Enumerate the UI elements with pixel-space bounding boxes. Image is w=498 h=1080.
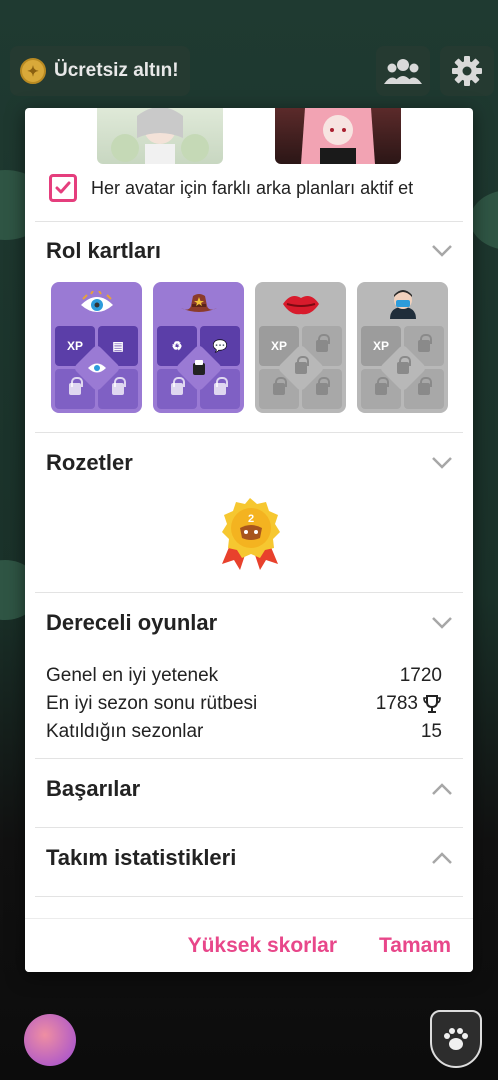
stat-label: En iyi sezon sonu rütbesi xyxy=(46,693,258,714)
avatar-strip xyxy=(25,108,473,166)
role-card-kiss[interactable]: XP xyxy=(255,282,346,413)
settings-button[interactable] xyxy=(440,46,494,96)
stat-value: 1720 xyxy=(399,665,442,686)
trophy-icon xyxy=(423,695,441,713)
profile-dialog: Her avatar için farklı arka planları akt… xyxy=(25,108,473,972)
stat-value: 15 xyxy=(420,721,442,742)
role-cards-header[interactable]: Rol kartları xyxy=(46,236,453,266)
planet-button[interactable] xyxy=(24,1014,76,1066)
team-stats-header[interactable]: Takım istatistikleri xyxy=(46,843,453,873)
avatar-thumbnail[interactable] xyxy=(97,108,223,164)
role-card-seer[interactable]: XP ▤ xyxy=(51,282,142,413)
stat-row: En iyi sezon sonu rütbesi 1783 xyxy=(46,690,442,718)
chevron-down-icon[interactable] xyxy=(431,244,453,258)
divider xyxy=(35,896,463,897)
achievements-title: Başarılar xyxy=(46,776,141,801)
stat-row: Genel en iyi yetenek 1720 xyxy=(46,662,442,690)
dialog-footer: Yüksek skorlar Tamam xyxy=(25,918,473,972)
role-cards-list: XP ▤ ♻ 💬 XP XP xyxy=(51,282,448,413)
avatar-thumbnail[interactable] xyxy=(275,108,401,164)
stat-row: Katıldığın sezonlar 15 xyxy=(46,718,442,746)
avatar-background-label: Her avatar için farklı arka planları akt… xyxy=(91,177,414,198)
stat-label: Genel en iyi yetenek xyxy=(46,665,219,686)
paw-button[interactable] xyxy=(430,1010,482,1068)
chevron-up-icon[interactable] xyxy=(431,782,453,796)
achievements-header[interactable]: Başarılar xyxy=(46,774,453,804)
gear-icon xyxy=(452,56,482,86)
divider xyxy=(35,758,463,759)
badge-number: 2 xyxy=(248,513,254,525)
avatar-background-checkbox[interactable] xyxy=(49,174,77,202)
stat-label: Katıldığın sezonlar xyxy=(46,721,204,742)
checkmark-icon xyxy=(55,181,71,194)
badges-header[interactable]: Rozetler xyxy=(46,448,453,478)
team-stats-title: Takım istatistikleri xyxy=(46,845,237,870)
role-cards-title: Rol kartları xyxy=(46,238,161,263)
ranked-stats: Genel en iyi yetenek 1720 En iyi sezon s… xyxy=(46,662,442,746)
ranked-games-title: Dereceli oyunlar xyxy=(46,610,218,635)
cowboy-hat-icon xyxy=(153,282,244,326)
top-bar: ✦ Ücretsiz altın! xyxy=(0,0,498,100)
role-card-sheriff[interactable]: ♻ 💬 xyxy=(153,282,244,413)
season-badge[interactable]: 2 xyxy=(218,496,282,570)
ok-button[interactable]: Tamam xyxy=(379,934,451,958)
divider xyxy=(35,221,463,222)
friends-button[interactable] xyxy=(376,46,430,96)
medal-icon: 2 xyxy=(222,498,280,570)
chevron-down-icon[interactable] xyxy=(431,616,453,630)
coin-icon: ✦ xyxy=(20,58,46,84)
mask-person-icon xyxy=(357,282,448,326)
avatar-background-toggle[interactable]: Her avatar için farklı arka planları akt… xyxy=(49,174,449,202)
badges-title: Rozetler xyxy=(46,450,133,475)
friends-icon xyxy=(384,59,422,84)
chevron-up-icon[interactable] xyxy=(431,851,453,865)
dialog-scroll-area[interactable]: Her avatar için farklı arka planları akt… xyxy=(25,108,473,918)
ranked-games-header[interactable]: Dereceli oyunlar xyxy=(46,608,453,638)
eye-icon xyxy=(51,282,142,326)
free-gold-button[interactable]: ✦ Ücretsiz altın! xyxy=(10,46,190,96)
role-card-doctor[interactable]: XP xyxy=(357,282,448,413)
divider xyxy=(35,592,463,593)
stat-value: 1783 xyxy=(375,693,418,714)
chevron-down-icon[interactable] xyxy=(431,456,453,470)
free-gold-label: Ücretsiz altın! xyxy=(54,60,179,81)
divider xyxy=(35,432,463,433)
lips-icon xyxy=(255,282,346,326)
high-scores-button[interactable]: Yüksek skorlar xyxy=(188,934,337,958)
paw-icon xyxy=(444,1028,468,1050)
divider xyxy=(35,827,463,828)
